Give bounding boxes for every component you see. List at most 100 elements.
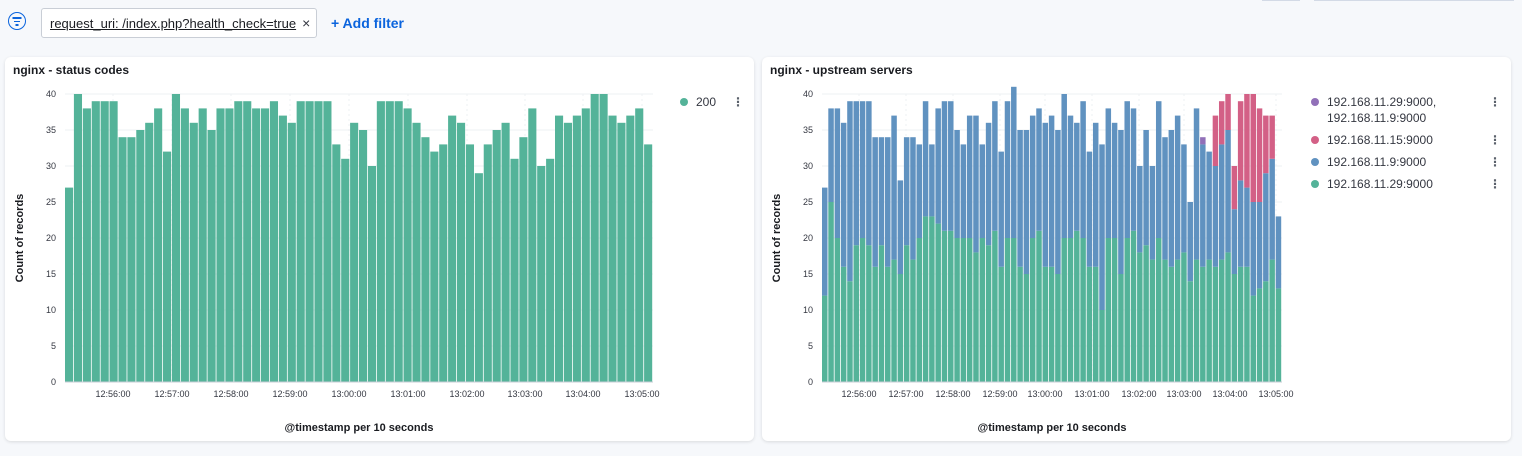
bar[interactable]	[599, 94, 608, 382]
close-icon[interactable]: ×	[302, 15, 310, 31]
bar[interactable]	[1092, 122, 1099, 267]
bar[interactable]	[394, 101, 403, 382]
bar[interactable]	[243, 101, 252, 382]
bar[interactable]	[985, 122, 992, 246]
bar[interactable]	[1155, 101, 1162, 238]
bar[interactable]	[189, 122, 198, 383]
bar[interactable]	[1181, 252, 1187, 382]
bar[interactable]	[367, 166, 377, 382]
bar[interactable]	[822, 187, 828, 296]
bar[interactable]	[1092, 266, 1099, 382]
bar[interactable]	[1067, 115, 1074, 238]
legend-item[interactable]: 192.168.11.29:9000, 192.168.11.9:9000 ⋮	[1311, 94, 1501, 126]
legend-item[interactable]: 192.168.11.29:9000 ⋮	[1311, 176, 1501, 192]
bar[interactable]	[572, 115, 581, 382]
bar[interactable]	[73, 94, 83, 382]
filter-pill[interactable]: request_uri: /index.php?health_check=tru…	[41, 8, 317, 38]
bar[interactable]	[998, 151, 1004, 267]
bar[interactable]	[136, 130, 145, 382]
bar[interactable]	[1080, 238, 1086, 382]
bar[interactable]	[1149, 166, 1156, 260]
bar[interactable]	[1111, 238, 1118, 382]
bar[interactable]	[885, 266, 891, 382]
bar[interactable]	[127, 137, 136, 382]
bar[interactable]	[1067, 238, 1074, 382]
bar[interactable]	[118, 137, 127, 382]
bar[interactable]	[501, 122, 510, 383]
bar[interactable]	[966, 115, 973, 238]
bar[interactable]	[412, 122, 421, 383]
bar[interactable]	[448, 115, 457, 382]
bar[interactable]	[1231, 166, 1238, 210]
bar[interactable]	[154, 108, 163, 383]
bar[interactable]	[1225, 130, 1231, 253]
legend-menu-icon[interactable]: ⋮	[732, 94, 744, 110]
bar[interactable]	[1061, 94, 1067, 238]
bar[interactable]	[296, 101, 305, 382]
bar[interactable]	[1155, 238, 1162, 382]
bar[interactable]	[1118, 130, 1124, 274]
bar[interactable]	[1011, 238, 1017, 382]
bar[interactable]	[439, 144, 448, 382]
bar[interactable]	[1124, 101, 1130, 238]
bar[interactable]	[65, 187, 74, 382]
bar[interactable]	[1237, 266, 1244, 382]
bar[interactable]	[1149, 259, 1156, 382]
bar[interactable]	[1074, 230, 1080, 382]
bar[interactable]	[998, 266, 1004, 382]
bar[interactable]	[350, 122, 359, 383]
bar[interactable]	[1023, 130, 1030, 274]
bar[interactable]	[1237, 101, 1244, 181]
bar[interactable]	[1218, 144, 1225, 260]
bar[interactable]	[1042, 122, 1049, 267]
bar[interactable]	[1099, 310, 1105, 382]
bar[interactable]	[537, 166, 546, 382]
bar[interactable]	[916, 144, 923, 238]
bar[interactable]	[1004, 238, 1011, 382]
bar[interactable]	[954, 130, 960, 238]
bar[interactable]	[510, 158, 519, 382]
bar[interactable]	[385, 101, 394, 382]
bar[interactable]	[885, 137, 891, 267]
bar[interactable]	[519, 137, 528, 382]
bar[interactable]	[207, 130, 216, 382]
bar[interactable]	[1080, 101, 1086, 238]
bar[interactable]	[1206, 259, 1212, 382]
bar[interactable]	[492, 130, 501, 382]
bar[interactable]	[878, 137, 885, 246]
bar[interactable]	[822, 295, 828, 382]
bar[interactable]	[1055, 274, 1061, 382]
bar[interactable]	[590, 94, 599, 382]
bar[interactable]	[840, 122, 847, 267]
bar[interactable]	[1137, 252, 1143, 382]
bar[interactable]	[546, 158, 555, 382]
bar[interactable]	[1212, 166, 1219, 267]
bar[interactable]	[1168, 266, 1175, 382]
bar[interactable]	[828, 202, 834, 382]
bar[interactable]	[922, 101, 929, 217]
bar[interactable]	[171, 94, 181, 382]
bar[interactable]	[1086, 151, 1093, 267]
bar[interactable]	[1099, 144, 1105, 310]
bar[interactable]	[1200, 144, 1206, 267]
bar[interactable]	[1061, 238, 1067, 382]
bar[interactable]	[1250, 202, 1256, 296]
bar[interactable]	[910, 137, 916, 260]
bar[interactable]	[1011, 86, 1017, 238]
bar[interactable]	[376, 101, 385, 382]
bar[interactable]	[941, 230, 948, 382]
bar[interactable]	[1118, 274, 1124, 382]
bar[interactable]	[1225, 252, 1231, 382]
bar[interactable]	[1048, 266, 1055, 382]
bar[interactable]	[1212, 115, 1219, 166]
bar[interactable]	[1105, 238, 1112, 382]
bar[interactable]	[403, 108, 412, 383]
bar[interactable]	[1181, 144, 1187, 253]
bar[interactable]	[581, 108, 590, 383]
bar[interactable]	[1162, 137, 1168, 260]
bar[interactable]	[528, 108, 537, 383]
bar[interactable]	[847, 101, 853, 282]
bar[interactable]	[1137, 166, 1143, 253]
bar[interactable]	[359, 130, 368, 382]
bar[interactable]	[897, 180, 904, 274]
